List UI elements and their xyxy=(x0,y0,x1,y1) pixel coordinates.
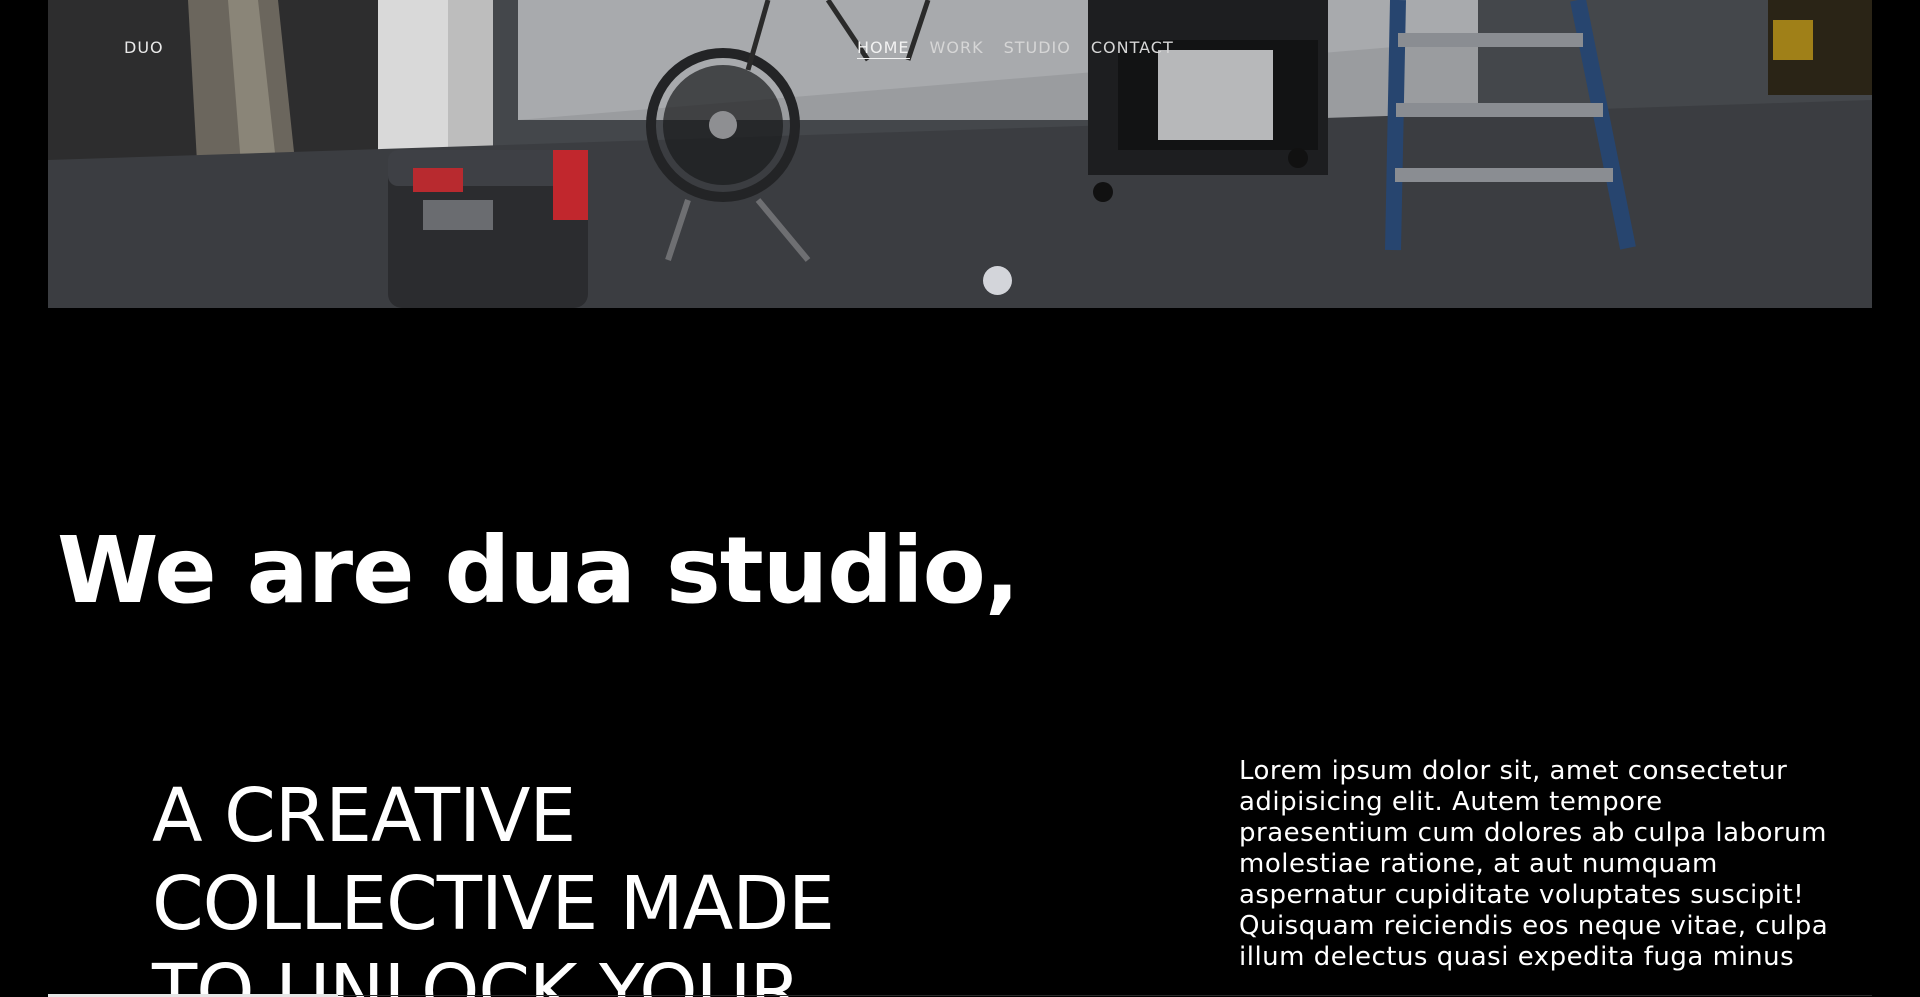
logo[interactable]: DUO xyxy=(124,38,164,57)
scroll-track xyxy=(338,995,1872,996)
nav-link-home[interactable]: HOME xyxy=(857,38,910,59)
intro-paragraph: Lorem ipsum dolor sit, amet consectetur … xyxy=(1239,756,1829,972)
tagline: A CREATIVE COLLECTIVE MADE TO UNLOCK YOU… xyxy=(152,773,835,997)
nav-link-work[interactable]: WORK xyxy=(930,38,984,59)
slider-pagination-dot[interactable] xyxy=(983,266,1012,295)
nav-link-studio[interactable]: STUDIO xyxy=(1004,38,1071,59)
main-nav: HOME WORK STUDIO CONTACT xyxy=(857,38,1174,59)
page: DUO HOME WORK STUDIO CONTACT We are dua … xyxy=(0,0,1920,997)
hero-banner: DUO HOME WORK STUDIO CONTACT xyxy=(48,0,1872,308)
nav-link-contact[interactable]: CONTACT xyxy=(1091,38,1174,59)
page-headline: We are dua studio, xyxy=(57,517,1020,624)
